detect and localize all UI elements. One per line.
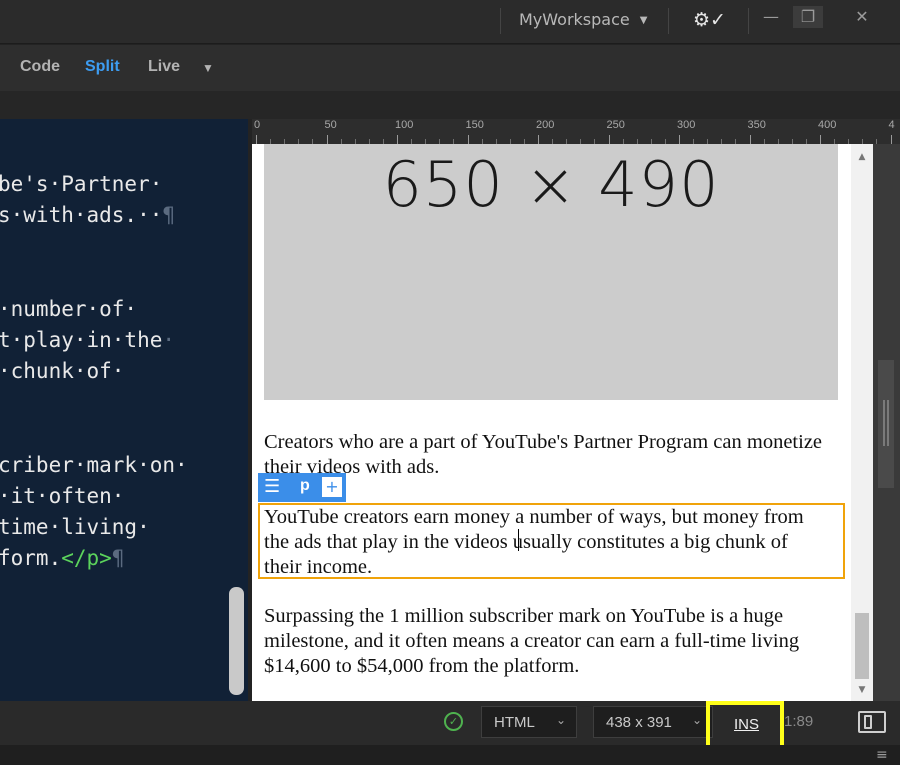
cursor-position: 1:89 [784,713,814,730]
divider [748,8,749,34]
ruler-label: 200 [536,119,555,131]
divider [668,8,669,34]
scroll-up-icon[interactable]: ▲ [851,152,873,162]
view-options-chevron-icon[interactable]: ▼ [202,61,214,75]
element-tag-badge[interactable]: p [300,477,310,495]
status-bar: ✓ HTML ⌄ 438 x 391 ⌄ INS 1:89 [0,701,900,749]
panel-gutter [873,144,900,701]
live-view-button[interactable]: Live [148,58,180,76]
ruler-label: 50 [324,119,337,131]
code-line: time·living· [0,515,150,539]
code-line: ·it·often· [0,484,125,508]
window-size-select[interactable]: 438 x 391 ⌄ [593,706,713,738]
code-line: form.</p>¶ [0,546,125,570]
live-view-scrollbar[interactable]: ▲ ▼ [851,144,873,701]
ruler-label: 100 [395,119,414,131]
code-line: t·play·in·the· [0,328,176,352]
code-scrollbar-thumb[interactable] [229,587,244,695]
hamburger-icon[interactable]: ☰ [264,476,280,497]
resize-grip[interactable] [878,360,894,488]
no-errors-check-icon[interactable]: ✓ [444,712,463,731]
title-bar: MyWorkspace ▼ ⚙✓ — ❐ ✕ [0,0,900,44]
ruler-tick [890,135,892,144]
ruler-tick [820,135,821,144]
ruler-label: 4 [888,119,895,131]
workspace-switcher[interactable]: MyWorkspace ▼ [519,10,647,29]
scroll-down-icon[interactable]: ▼ [851,685,873,695]
chevron-down-icon: ⌄ [555,713,566,727]
insert-mode-indicator[interactable]: INS [706,701,784,749]
code-line: criber·mark·on· [0,453,188,477]
paragraph[interactable]: Creators who are a part of YouTube's Par… [264,430,824,480]
ruler-tick [679,135,680,144]
horizontal-ruler: 0 50 100 150 200 250 300 350 400 4 [252,119,900,144]
device-preview-icon[interactable] [858,711,886,733]
scrollbar-thumb[interactable] [855,613,869,679]
paragraph-selected[interactable]: YouTube creators earn money a number of … [264,505,824,580]
ruler-tick [467,135,469,144]
element-hud: ☰ p + [258,473,346,502]
chevron-down-icon: ▼ [639,15,648,26]
code-view-button[interactable]: Code [20,58,60,76]
chevron-down-icon: ⌄ [691,713,702,727]
minimize-icon[interactable]: — [756,6,786,28]
bottom-panel-bar: ≡ [0,745,900,765]
code-line: be's·Partner· [0,172,163,196]
code-line: ·number·of· [0,297,138,321]
gear-sync-icon[interactable]: ⚙✓ [693,9,726,31]
ruler-label: 300 [677,119,696,131]
ruler-label: 150 [465,119,484,131]
placeholder-image[interactable]: 650 × 490 [264,144,838,400]
code-editor[interactable]: be's·Partner· s·with·ads.··¶ ·number·of·… [0,119,248,701]
ruler-tick [256,135,257,144]
ruler-label: 400 [818,119,837,131]
restore-icon[interactable]: ❐ [793,6,823,28]
view-toolbar: Code Split Live ▼ [0,45,900,91]
ruler-tick [326,135,328,144]
toolbar-strip [0,91,900,119]
workspace-label: MyWorkspace [519,10,630,29]
code-line: s·with·ads.··¶ [0,203,176,227]
ruler-label: 250 [606,119,625,131]
divider [500,8,501,34]
ruler-tick [397,135,398,144]
live-view[interactable]: 650 × 490 Creators who are a part of You… [252,144,873,701]
code-line: ·chunk·of· [0,359,125,383]
split-view-button[interactable]: Split [85,58,120,76]
paragraph[interactable]: Surpassing the 1 million subscriber mark… [264,604,824,679]
ruler-label: 0 [254,119,261,131]
placeholder-dimensions: 650 × 490 [382,148,720,221]
ruler-tick [538,135,539,144]
add-class-button[interactable]: + [322,477,342,497]
ruler-tick [608,135,610,144]
ruler-tick [749,135,751,144]
ruler-label: 350 [747,119,766,131]
document-type-select[interactable]: HTML ⌄ [481,706,577,738]
text-cursor [518,529,519,551]
close-icon[interactable]: ✕ [847,6,877,28]
panel-menu-icon[interactable]: ≡ [876,747,888,763]
